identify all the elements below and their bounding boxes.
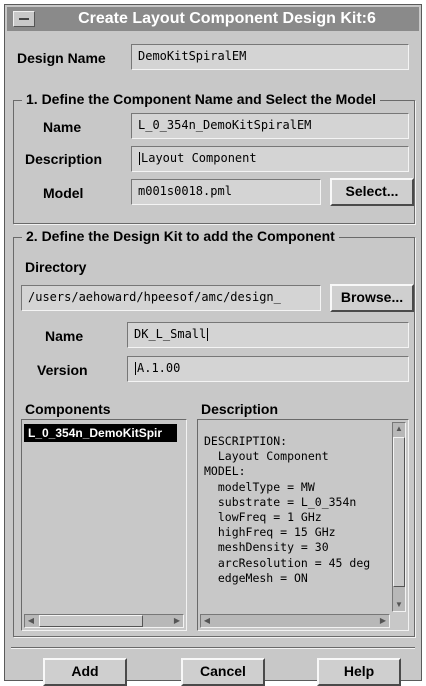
kit-name-input[interactable]: DK_L_Small: [127, 322, 409, 348]
components-label: Components: [25, 401, 111, 417]
scroll-up-icon[interactable]: ▲: [393, 423, 405, 435]
component-name-value: L_0_354n_DemoKitSpiralEM: [138, 118, 312, 132]
section1-legend: 1. Define the Component Name and Select …: [22, 91, 381, 107]
design-name-input[interactable]: DemoKitSpiralEM: [131, 44, 409, 70]
text-cursor: [135, 362, 136, 375]
components-hscrollbar[interactable]: ◀ ▶: [24, 614, 184, 628]
footer-separator: [11, 647, 415, 649]
description-hscrollbar[interactable]: ◀ ▶: [200, 614, 390, 628]
list-item[interactable]: L_0_354n_DemoKitSpir: [24, 424, 177, 442]
components-list[interactable]: L_0_354n_DemoKitSpir ◀ ▶: [21, 419, 187, 631]
help-button[interactable]: Help: [317, 658, 401, 686]
kit-name-value: DK_L_Small: [134, 327, 207, 341]
scroll-left-icon[interactable]: ◀: [201, 615, 213, 627]
version-input[interactable]: A.1.00: [127, 356, 409, 382]
scroll-left-icon[interactable]: ◀: [25, 615, 37, 627]
text-cursor: [139, 152, 140, 165]
kit-name-label: Name: [45, 328, 84, 344]
scroll-right-icon[interactable]: ▶: [171, 615, 183, 627]
description-vscrollbar[interactable]: ▲ ▼: [392, 422, 406, 612]
model-input[interactable]: m001s0018.pml: [131, 179, 321, 205]
scroll-thumb[interactable]: [39, 615, 143, 627]
description-label: Description: [25, 151, 103, 167]
version-value: A.1.00: [137, 361, 181, 375]
directory-label: Directory: [25, 259, 87, 275]
cancel-button[interactable]: Cancel: [181, 658, 265, 686]
scroll-right-icon[interactable]: ▶: [377, 615, 389, 627]
scroll-thumb[interactable]: [393, 437, 405, 587]
dialog-window: Create Layout Component Design Kit:6 Des…: [4, 4, 422, 686]
scroll-down-icon[interactable]: ▼: [393, 599, 405, 611]
select-button[interactable]: Select...: [330, 178, 414, 206]
text-cursor: [207, 328, 209, 341]
component-description-label: Description: [201, 401, 279, 417]
design-name-label: Design Name: [17, 50, 106, 66]
section2-legend: 2. Define the Design Kit to add the Comp…: [22, 228, 339, 244]
title-bar[interactable]: Create Layout Component Design Kit:6: [7, 7, 419, 31]
version-label: Version: [37, 362, 88, 378]
directory-input[interactable]: /users/aehoward/hpeesof/amc/design_: [21, 285, 321, 311]
description-textarea[interactable]: DESCRIPTION: Layout Component MODEL: mod…: [197, 419, 409, 631]
component-name-label: Name: [43, 119, 82, 135]
add-button[interactable]: Add: [43, 658, 127, 686]
browse-button[interactable]: Browse...: [330, 284, 414, 312]
component-name-input[interactable]: L_0_354n_DemoKitSpiralEM: [131, 113, 409, 139]
model-label: Model: [43, 185, 84, 201]
description-value: Layout Component: [141, 151, 257, 165]
description-input[interactable]: Layout Component: [131, 146, 409, 172]
window-menu-icon[interactable]: [13, 11, 35, 27]
description-text: DESCRIPTION: Layout Component MODEL: mod…: [204, 434, 371, 585]
window-title: Create Layout Component Design Kit:6: [78, 10, 376, 27]
